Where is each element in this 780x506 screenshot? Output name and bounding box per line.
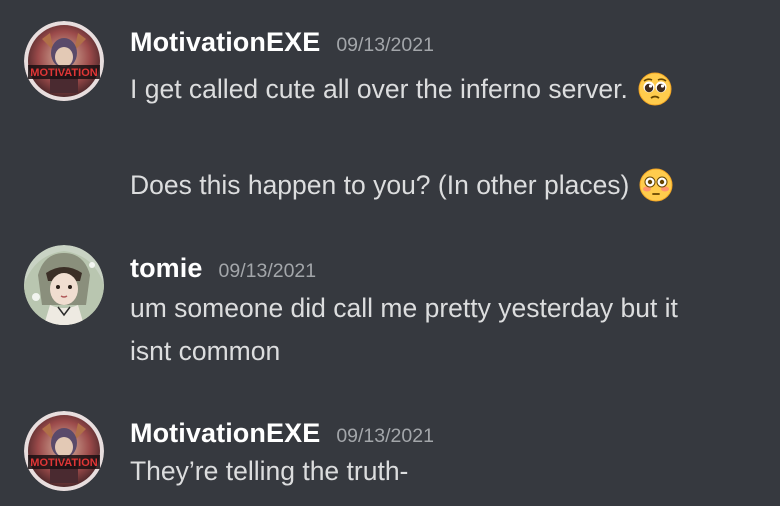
tomie-avatar-icon [24,245,104,325]
username[interactable]: tomie [130,253,203,284]
timestamp[interactable]: 09/13/2021 [219,260,317,283]
message-line: Does this happen to you? (In other place… [130,168,673,202]
flushed-face-emoji [639,168,673,202]
motivation-avatar-icon: MOTIVATION [24,411,104,491]
timestamp[interactable]: 09/13/2021 [336,34,434,57]
message-text: I get called cute all over the inferno s… [130,73,628,104]
user-avatar[interactable] [24,245,104,325]
timestamp[interactable]: 09/13/2021 [336,425,434,448]
message-header: MotivationEXE 09/13/2021 [130,27,434,58]
username[interactable]: MotivationEXE [130,27,320,58]
message-line: um someone did call me pretty yesterday … [130,293,678,324]
avatar-logo-text: MOTIVATION [30,457,97,469]
message-line: They’re telling the truth- [130,456,408,487]
user-avatar[interactable]: MOTIVATION [24,21,104,101]
message-text: Does this happen to you? (In other place… [130,169,630,200]
message-text: They’re telling the truth- [130,456,409,486]
message-line: isnt common [130,336,280,367]
message-header: MotivationEXE 09/13/2021 [130,418,434,449]
message-line: I get called cute all over the inferno s… [130,72,672,106]
pleading-face-emoji [638,72,672,106]
message-text: isnt common [130,336,281,366]
motivation-avatar-icon: MOTIVATION [24,21,104,101]
chat-messages: MOTIVATION MotivationEXE 09/13/2021 I ge… [0,0,780,506]
message-header: tomie 09/13/2021 [130,253,316,284]
user-avatar[interactable]: MOTIVATION [24,411,104,491]
message-text: um someone did call me pretty yesterday … [130,293,678,323]
username[interactable]: MotivationEXE [130,418,320,449]
avatar-logo-text: MOTIVATION [30,67,97,79]
